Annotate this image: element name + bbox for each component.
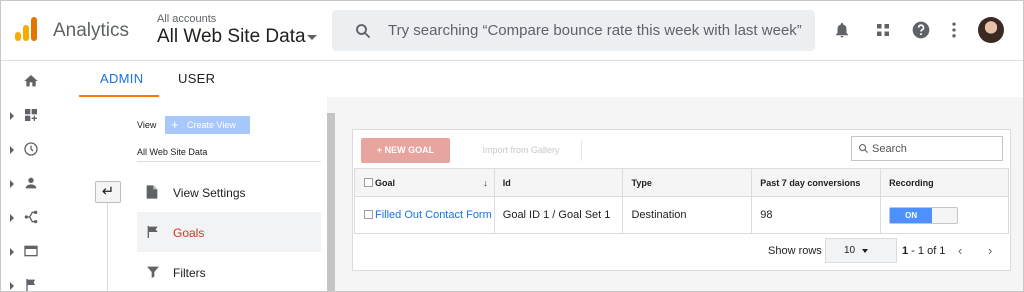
menu-item-goals[interactable]: Goals xyxy=(137,212,321,252)
account-selector[interactable]: All Web Site Data xyxy=(157,26,306,48)
menu-item-view-settings[interactable]: View Settings xyxy=(137,172,321,212)
divider xyxy=(137,161,321,162)
left-nav xyxy=(1,61,79,291)
apps-grid-icon[interactable] xyxy=(874,20,892,40)
tab-user[interactable]: USER xyxy=(178,71,215,86)
flag-icon xyxy=(26,279,35,291)
column-scrollbar[interactable] xyxy=(327,113,335,291)
expand-arrow-icon xyxy=(10,248,14,256)
menu-item-filters[interactable]: Filters xyxy=(137,252,321,291)
view-column: View + Create View All Web Site Data ↵ V… xyxy=(79,97,327,291)
admin-tabs: ADMIN USER xyxy=(79,61,1023,97)
menu-item-label: Filters xyxy=(173,266,206,280)
document-icon xyxy=(146,185,158,199)
row-checkbox[interactable] xyxy=(364,210,373,219)
app-window: Analytics All accounts All Web Site Data… xyxy=(0,0,1024,292)
chevron-right-icon[interactable]: › xyxy=(988,243,992,258)
chevron-down-icon xyxy=(862,249,868,253)
recording-cell: ON xyxy=(880,196,1009,234)
behavior-icon xyxy=(24,245,38,257)
analytics-logo-icon[interactable] xyxy=(15,17,37,41)
goals-search-field[interactable] xyxy=(851,136,1003,161)
top-bar: Analytics All accounts All Web Site Data… xyxy=(1,1,1023,61)
table-header-row: Goal ↓ Id Type Past 7 day conversions Re… xyxy=(354,168,1009,197)
search-icon xyxy=(356,24,370,38)
search-bar[interactable]: Try searching “Compare bounce rate this … xyxy=(332,10,815,51)
import-from-gallery-button[interactable]: Import from Gallery xyxy=(465,138,577,163)
view-label: View xyxy=(137,120,157,130)
type-cell: Destination xyxy=(622,196,753,234)
rows-per-page-value: 10 xyxy=(844,245,856,256)
caret-down-icon[interactable] xyxy=(307,35,317,40)
nav-realtime[interactable] xyxy=(1,133,79,167)
help-icon[interactable] xyxy=(911,20,931,40)
column-header-id[interactable]: Id xyxy=(493,168,624,197)
flag-icon xyxy=(147,226,158,238)
show-rows-label: Show rows xyxy=(768,245,822,257)
acquisition-icon xyxy=(24,210,38,224)
admin-content: View + Create View All Web Site Data ↵ V… xyxy=(79,97,1023,291)
expand-arrow-icon xyxy=(10,214,14,222)
expand-arrow-icon xyxy=(10,180,14,188)
column-header-conversions[interactable]: Past 7 day conversions xyxy=(751,168,882,197)
id-cell: Goal ID 1 / Goal Set 1 xyxy=(493,196,624,234)
nav-audience[interactable] xyxy=(1,167,79,201)
person-icon xyxy=(25,177,37,189)
chevron-left-icon[interactable]: ‹ xyxy=(958,243,962,258)
column-header-recording[interactable]: Recording xyxy=(880,168,1009,197)
expand-arrow-icon xyxy=(10,112,14,120)
expand-arrow-icon xyxy=(10,146,14,154)
nav-behavior[interactable] xyxy=(1,235,79,269)
create-view-button[interactable]: + Create View xyxy=(165,116,250,134)
tab-admin[interactable]: ADMIN xyxy=(100,71,143,86)
column-header-goal[interactable]: Goal ↓ xyxy=(354,168,495,197)
sort-arrow-icon: ↓ xyxy=(483,178,488,188)
create-view-label: Create View xyxy=(187,120,236,130)
goals-table: Goal ↓ Id Type Past 7 day conversions Re… xyxy=(354,168,1009,234)
nav-customization[interactable] xyxy=(1,99,79,133)
app-title: Analytics xyxy=(53,20,130,41)
dashboard-icon xyxy=(25,109,37,121)
goals-panel: + NEW GOAL Import from Gallery Goal ↓ xyxy=(352,129,1011,271)
column-header-type[interactable]: Type xyxy=(622,168,753,197)
nav-acquisition[interactable] xyxy=(1,201,79,235)
table-footer: Show rows 10 1 - 1 of 1 ‹ › xyxy=(353,234,1010,270)
more-vert-icon[interactable] xyxy=(947,20,961,40)
new-goal-button[interactable]: + NEW GOAL xyxy=(361,138,450,163)
notifications-bell-icon[interactable] xyxy=(833,20,851,40)
plus-icon: + xyxy=(171,117,179,132)
table-row: Filled Out Contact Form Goal ID 1 / Goal… xyxy=(354,196,1009,234)
goals-search-input[interactable] xyxy=(872,141,998,157)
nav-conversions[interactable] xyxy=(1,269,79,291)
account-label: All accounts xyxy=(157,13,217,25)
select-all-checkbox[interactable] xyxy=(364,178,373,187)
nav-home[interactable] xyxy=(1,65,79,99)
expand-arrow-icon xyxy=(10,282,14,290)
goal-cell: Filled Out Contact Form xyxy=(354,196,495,234)
goal-link[interactable]: Filled Out Contact Form xyxy=(363,209,494,221)
recording-toggle[interactable]: ON xyxy=(889,206,959,224)
view-selector[interactable]: All Web Site Data xyxy=(137,147,207,157)
pagination-range: 1 - 1 of 1 xyxy=(902,245,946,257)
conversions-cell: 98 xyxy=(751,196,882,234)
home-icon xyxy=(24,75,38,87)
search-placeholder: Try searching “Compare bounce rate this … xyxy=(388,22,802,39)
user-avatar[interactable] xyxy=(978,17,1004,43)
menu-item-label: View Settings xyxy=(173,186,246,200)
rows-per-page-select[interactable]: 10 xyxy=(825,238,897,263)
tree-line xyxy=(107,203,108,291)
filter-icon xyxy=(147,266,159,278)
search-icon xyxy=(859,144,869,154)
menu-item-label: Goals xyxy=(173,226,205,240)
back-arrow-button[interactable]: ↵ xyxy=(95,181,121,203)
clock-icon xyxy=(24,142,38,156)
toggle-on-label: ON xyxy=(890,207,933,223)
toolbar-separator xyxy=(581,140,582,161)
